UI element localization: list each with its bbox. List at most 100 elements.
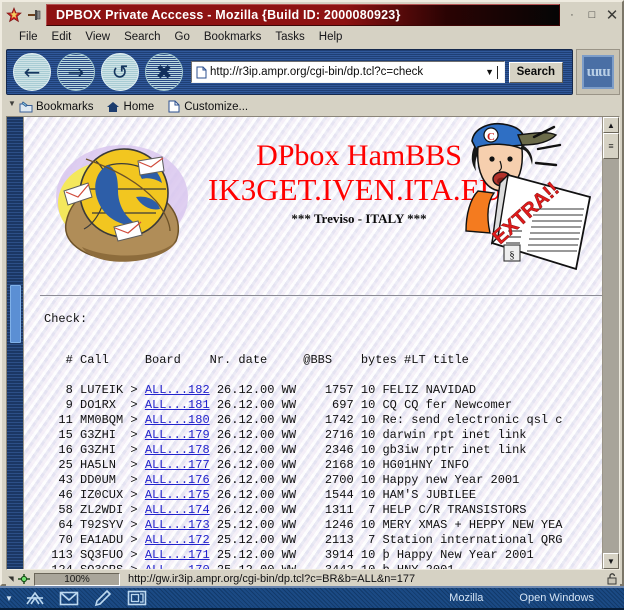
home-icon [106,100,121,114]
board-link[interactable]: ALL...181 [145,398,210,412]
maximize-button[interactable]: □ [582,5,602,25]
table-row: 70 EA1ADU > ALL...172 25.12.00 WW 2113 7… [44,533,563,547]
title-strip: DPBOX Private Acccess - Mozilla {Build I… [46,4,560,26]
svg-text:§: § [509,249,515,261]
minimize-button[interactable]: · [562,5,582,25]
reload-button[interactable]: ↺ [101,53,139,91]
page-content: DPbox HamBBS IK3GET.IVEN.ITA.EU *** Trev… [24,117,602,569]
board-link[interactable]: ALL...176 [145,473,210,487]
scrollbar-track[interactable] [603,159,619,553]
mail-icon[interactable] [52,588,86,608]
navigation-toolbar-inner: ← → ↺ ✖ http://r3ip.ampr.org/cgi-bin/dp.… [6,49,573,95]
scroll-up-button[interactable]: ▲ [603,117,619,133]
url-dropdown-icon[interactable]: ▼ [483,67,497,77]
close-button[interactable]: ✕ [602,5,622,25]
network-icon[interactable] [18,588,52,608]
page-icon [166,100,181,114]
menu-help[interactable]: Help [312,30,350,44]
board-link[interactable]: ALL...174 [145,503,210,517]
menu-view[interactable]: View [78,30,117,44]
home-label: Home [123,100,155,113]
message-listing: # Call Board Nr. date @BBS bytes #LT tit… [44,353,563,569]
check-label: Check: [44,312,88,326]
back-arrow-icon: ← [23,60,41,84]
url-bar[interactable]: http://r3ip.ampr.org/cgi-bin/dp.tcl?c=ch… [191,61,505,83]
menu-bookmarks[interactable]: Bookmarks [197,30,269,44]
table-row: 46 IZ0CUX > ALL...175 26.12.00 WW 1544 1… [44,488,477,502]
table-row: 43 DD0UM > ALL...176 26.12.00 WW 2700 10… [44,473,520,487]
home-button[interactable]: Home [106,100,155,114]
network-status-icon[interactable] [16,573,32,585]
browser-window: DPBOX Private Acccess - Mozilla {Build I… [0,0,624,586]
table-header-row: # Call Board Nr. date @BBS bytes #LT tit… [65,353,469,367]
page-icon [194,64,209,80]
mozilla-logo-button[interactable]: ɯɯ [576,49,620,95]
edit-pencil-icon[interactable] [86,588,120,608]
board-link[interactable]: ALL...173 [145,518,210,532]
stop-button[interactable]: ✖ [145,53,183,91]
bookmarks-label: Bookmarks [36,100,94,113]
url-caret [496,65,501,79]
back-button[interactable]: ← [13,53,51,91]
reload-arrow-icon: ↺ [111,60,129,84]
image-viewer-icon[interactable] [120,588,154,608]
menu-tasks[interactable]: Tasks [268,30,311,44]
url-input[interactable]: http://r3ip.ampr.org/cgi-bin/dp.tcl?c=ch… [209,66,483,78]
table-row: 58 ZL2WDI > ALL...174 26.12.00 WW 1311 7… [44,503,527,517]
sidebar-grip[interactable] [7,117,24,569]
customize-label: Customize... [184,100,249,113]
forward-arrow-icon: → [67,60,85,84]
progress-indicator: 100% [34,572,120,586]
taskbar-menu-icon[interactable]: ▼ [0,588,18,608]
board-link[interactable]: ALL...175 [145,488,210,502]
table-row: 25 HA5LN > ALL...177 26.12.00 WW 2168 10… [44,458,469,472]
statusbar-grip: ◥ [8,576,14,583]
mozilla-logo-icon: ɯɯ [582,55,614,89]
menu-search[interactable]: Search [117,30,167,44]
taskbar-windows-label[interactable]: Open Windows [501,592,624,604]
table-row: 124 SQ3CPS > ALL...170 25.12.00 WW 3442 … [44,563,454,569]
bookmarks-folder-icon [18,100,33,114]
menu-bar: File Edit View Search Go Bookmarks Tasks… [4,27,622,47]
board-link[interactable]: ALL...180 [145,413,210,427]
board-link[interactable]: ALL...171 [145,548,210,562]
table-row: 9 DO1RX > ALL...181 26.12.00 WW 697 10 C… [44,398,513,412]
forward-button[interactable]: → [57,53,95,91]
window-pin-icon[interactable] [24,5,44,25]
toolbar-grip[interactable]: ▼ [6,98,18,116]
board-link[interactable]: ALL...178 [145,443,210,457]
board-link[interactable]: ALL...172 [145,533,210,547]
unlocked-padlock-icon[interactable] [604,573,620,585]
board-link[interactable]: ALL...170 [145,563,210,569]
bookmarks-button[interactable]: Bookmarks [18,100,94,114]
customize-button[interactable]: Customize... [166,100,248,114]
menu-edit[interactable]: Edit [45,30,79,44]
scrollbar-thumb[interactable]: ≡ [603,133,619,159]
menu-file[interactable]: File [12,30,45,44]
desktop-taskbar: ▼ Mozilla Open Windows [0,586,624,610]
svg-text:C: C [487,131,495,143]
page-banner: DPbox HamBBS IK3GET.IVEN.ITA.EU *** Trev… [24,117,602,287]
taskbar-app-label[interactable]: Mozilla [431,592,501,604]
board-link[interactable]: ALL...179 [145,428,210,442]
table-row: 8 LU7EIK > ALL...182 26.12.00 WW 1757 10… [44,383,477,397]
vertical-scrollbar[interactable]: ▲ ≡ ▼ [602,117,619,569]
sidebar-grip-handle[interactable] [10,285,21,343]
table-row: 113 SQ3FUO > ALL...171 25.12.00 WW 3914 … [44,548,534,562]
window-menu-star-icon[interactable] [4,5,24,25]
board-link[interactable]: ALL...177 [145,458,210,472]
table-row: 64 T92SYV > ALL...173 25.12.00 WW 1246 1… [44,518,563,532]
table-row: 15 G3ZHI > ALL...179 26.12.00 WW 2716 10… [44,428,527,442]
table-row: 16 G3ZHI > ALL...178 26.12.00 WW 2346 10… [44,443,527,457]
menu-go[interactable]: Go [168,30,197,44]
web-page: DPbox HamBBS IK3GET.IVEN.ITA.EU *** Trev… [24,117,602,569]
globe-mailbag-image [52,131,202,273]
newsboy-image: C § EXTRA!! [464,119,596,279]
personal-toolbar: ▼ Bookmarks Home Customize... [6,97,620,116]
table-row: 11 MM0BQM > ALL...180 26.12.00 WW 1742 1… [44,413,563,427]
horizontal-rule [40,295,602,297]
scroll-down-button[interactable]: ▼ [603,553,619,569]
board-link[interactable]: ALL...182 [145,383,210,397]
status-url-text: http://gw.ir3ip.ampr.org/cgi-bin/dp.tcl?… [128,573,416,585]
search-button[interactable]: Search [508,61,563,83]
